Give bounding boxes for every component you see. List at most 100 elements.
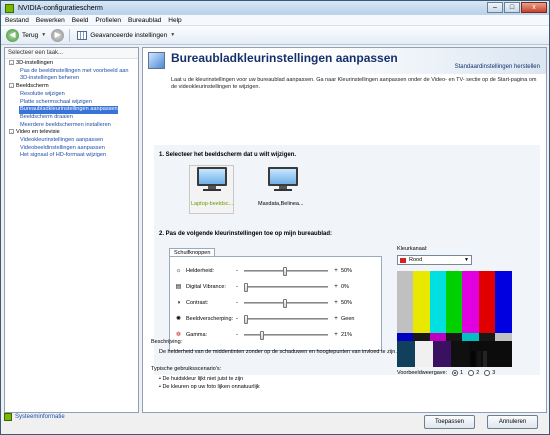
sidebar-item-multi-display[interactable]: Meerdere beeldschermen installeren [9,122,129,130]
system-info-link[interactable]: Systeeminformatie [4,413,65,421]
desktop-color-icon [148,52,165,69]
sidebar-item-hd-format[interactable]: Het signaal of HD-formaat wijzigen [9,152,129,160]
slider-value: Geen [341,316,355,322]
monitor-label-laptop[interactable]: Laptop-beeldsc... [191,201,233,207]
app-window: NVIDIA-configuratiescherm – □ x Bestand … [0,0,550,435]
increase-button[interactable]: + [331,284,341,290]
tree-category-3d[interactable]: -3D-instellingen [9,60,129,68]
preview-label: Voorbeeldweergave: [397,370,448,376]
slider-thumb[interactable] [283,267,287,276]
back-arrow-icon[interactable]: ◀ [6,28,19,42]
advanced-settings-button[interactable]: Geavanceerde instellingen [90,32,167,39]
menu-bestand[interactable]: Bestand [5,17,29,24]
advanced-settings-icon[interactable] [77,30,88,40]
sidebar-item-video-image[interactable]: Videobeeldinstellingen aanpassen [9,145,129,153]
back-dropdown-icon[interactable]: ▼ [41,32,46,38]
slider-thumb[interactable] [244,283,248,292]
menu-beeld[interactable]: Beeld [72,17,89,24]
menu-bar: Bestand Bewerken Beeld Profielen Bureaub… [1,15,549,26]
vibrance-slider[interactable] [244,283,328,292]
decrease-button[interactable]: - [236,300,244,306]
slider-label: Digital Vibrance: [186,284,226,290]
decrease-button[interactable]: - [236,332,244,338]
sidebar-item-resolution[interactable]: Resolutie wijzigen [9,91,129,99]
title-bar: NVIDIA-configuratiescherm – □ x [1,1,549,15]
step2-heading: 2. Pas de volgende kleurinstellingen toe… [159,231,333,237]
description-label: Beschrijving: [151,339,183,345]
preview-radio-label[interactable]: 1 [460,370,463,376]
decrease-button[interactable]: - [236,268,244,274]
contrast-icon: ◑ [176,299,181,306]
slider-row-brightness: ☼ Helderheid: - + 50% [175,266,380,276]
collapse-icon[interactable]: - [9,60,14,66]
slider-thumb[interactable] [283,299,287,308]
increase-button[interactable]: + [331,332,341,338]
slider-label: Contrast: [186,300,209,306]
color-channel-select[interactable]: Rood ▼ [397,255,472,265]
slider-thumb[interactable] [260,331,264,340]
advanced-dropdown-icon[interactable]: ▼ [170,32,175,38]
sharpness-slider[interactable] [244,315,328,324]
monitor-label-maxdata[interactable]: Maxdata,Belinea... [258,201,304,207]
menu-bureaublad[interactable]: Bureaublad [128,17,161,24]
sidebar-item-desktop-color[interactable]: Bureaubladkleurinstellingen aanpassen [19,106,118,114]
sidebar-item-manage-3d[interactable]: 3D-instellingen beheren [9,75,129,83]
channel-color-swatch [400,257,406,263]
preview-radio-label[interactable]: 3 [492,370,495,376]
cancel-button[interactable]: Annuleren [487,415,538,429]
slider-row-contrast: ◑ Contrast: - + 50% [175,298,380,308]
increase-button[interactable]: + [331,268,341,274]
preview-options: Voorbeeldweergave: 1 2 3 [397,370,495,376]
apply-button[interactable]: Toepassen [424,415,475,429]
sidebar-item-preview-settings[interactable]: Pas de beeldinstellingen met voorbeeld a… [9,68,129,76]
page-description: Laat u de kleurinstellingen voor uw bure… [171,77,537,90]
gamma-slider[interactable] [244,331,328,340]
external-monitor-icon[interactable] [268,167,298,193]
increase-button[interactable]: + [331,316,341,322]
decrease-button[interactable]: - [236,316,244,322]
chevron-down-icon[interactable]: ▼ [464,257,469,263]
usage-item: • De huidskleur lijkt niet juist te zijn [159,376,244,382]
increase-button[interactable]: + [331,300,341,306]
restore-defaults-link[interactable]: Standaardinstellingen herstellen [455,64,540,70]
close-button[interactable]: x [521,2,547,13]
sharpness-icon: ✺ [175,315,182,322]
slider-row-vibrance: ▤ Digital Vibrance: - + 0% [175,282,380,292]
brightness-slider[interactable] [244,267,328,276]
menu-bewerken[interactable]: Bewerken [36,17,65,24]
collapse-icon[interactable]: - [9,129,14,135]
preview-radio-label[interactable]: 2 [476,370,479,376]
collapse-icon[interactable]: - [9,83,14,89]
task-tree: -3D-instellingen Pas de beeldinstellinge… [9,60,129,160]
page-header: Bureaubladkleurinstellingen aanpassen St… [143,48,546,74]
sidebar-item-rotate[interactable]: Beeldscherm draaien [9,114,129,122]
preview-radio-2[interactable] [468,370,475,376]
back-button-label[interactable]: Terug [22,32,38,39]
slider-thumb[interactable] [244,315,248,324]
tree-category-video[interactable]: - Video en televisie [9,129,129,137]
forward-arrow-icon[interactable]: ▶ [51,28,65,42]
gamma-icon: ❁ [175,331,182,338]
toolbar: ◀ Terug ▼ ▶ Geavanceerde instellingen ▼ [1,26,549,45]
color-channel-label: Kleurkanaal: [397,246,428,252]
brightness-icon: ☼ [175,267,182,274]
step1-heading: 1. Selecteer het beeldscherm dat u wilt … [159,152,297,158]
toolbar-divider [69,28,71,42]
slider-label: Helderheid: [186,268,215,274]
menu-profielen[interactable]: Profielen [95,17,121,24]
tree-category-display[interactable]: - Beeldscherm [9,83,129,91]
system-info-label[interactable]: Systeeminformatie [15,414,65,420]
menu-help[interactable]: Help [168,17,181,24]
preview-radio-1[interactable] [452,370,459,376]
maximize-button[interactable]: □ [504,2,520,13]
sidebar-item-flat-scaling[interactable]: Platte schermschaal wijzigen [9,99,129,107]
contrast-slider[interactable] [244,299,328,308]
color-test-image [397,271,512,367]
window-title: NVIDIA-configuratiescherm [18,4,103,12]
task-sidebar: Selecteer een taak... -3D-instellingen P… [4,47,139,413]
sidebar-item-video-color[interactable]: Videokleurinstellingen aanpassen [9,137,129,145]
decrease-button[interactable]: - [236,284,244,290]
preview-radio-3[interactable] [484,370,491,376]
laptop-monitor-icon[interactable] [197,167,227,193]
minimize-button[interactable]: – [487,2,503,13]
